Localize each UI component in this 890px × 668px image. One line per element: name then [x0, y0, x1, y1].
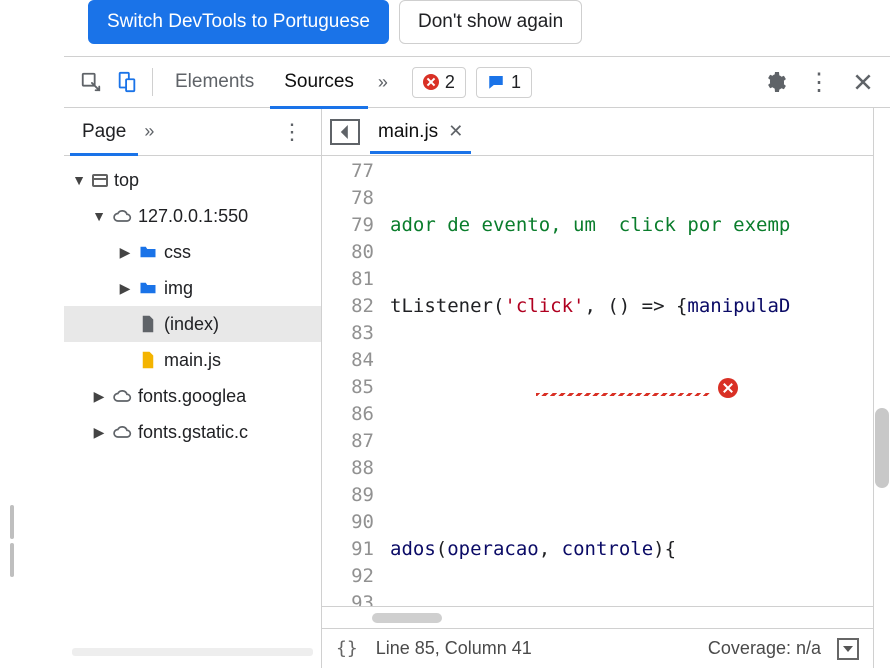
- chevron-right-icon: ▶: [92, 424, 106, 441]
- tree-folder-css[interactable]: ▶ css: [64, 234, 321, 270]
- tree-label: css: [164, 242, 191, 263]
- code-content[interactable]: ador de evento, um click por exemp tList…: [384, 156, 873, 606]
- tab-sources[interactable]: Sources: [270, 57, 368, 107]
- device-toggle-icon[interactable]: [110, 65, 144, 99]
- chevron-down-icon: ▼: [92, 208, 106, 224]
- tree-file-mainjs[interactable]: main.js: [64, 342, 321, 378]
- more-tabs-chevron[interactable]: »: [370, 72, 396, 93]
- language-banner: Switch DevTools to Portuguese Don't show…: [64, 0, 890, 56]
- cloud-icon: [112, 422, 132, 442]
- tree-top[interactable]: ▼ top: [64, 162, 321, 198]
- error-squiggle: [536, 393, 711, 396]
- error-icon: [423, 74, 439, 90]
- window-icon: [92, 174, 108, 187]
- editor-tabbar: main.js ✕: [322, 108, 873, 156]
- settings-icon[interactable]: [758, 65, 792, 99]
- close-icon[interactable]: [846, 65, 880, 99]
- errors-pill[interactable]: 2: [412, 67, 466, 98]
- code-editor: main.js ✕ 777879808182838485868788899091…: [322, 108, 874, 668]
- file-icon: [138, 314, 158, 334]
- inline-error-icon[interactable]: [718, 378, 738, 398]
- tab-elements[interactable]: Elements: [161, 57, 268, 107]
- devtools-window: Switch DevTools to Portuguese Don't show…: [64, 0, 890, 668]
- sidebar-tab-page[interactable]: Page: [70, 109, 138, 155]
- main-toolbar: Elements Sources » 2 1 ⋮: [64, 56, 890, 108]
- tree-label: main.js: [164, 350, 221, 371]
- switch-language-button[interactable]: Switch DevTools to Portuguese: [88, 0, 389, 44]
- left-gutter-marks: [10, 505, 14, 577]
- code-area[interactable]: 7778798081828384858687888990919293 ador …: [322, 156, 873, 606]
- folder-icon: [138, 242, 158, 262]
- message-icon: [487, 73, 505, 91]
- tree-host[interactable]: ▼ 127.0.0.1:550: [64, 198, 321, 234]
- status-bar: {} Line 85, Column 41 Coverage: n/a: [322, 628, 873, 668]
- file-tab-label: main.js: [378, 121, 438, 143]
- tree-label: top: [114, 170, 139, 191]
- dismiss-banner-button[interactable]: Don't show again: [399, 0, 582, 44]
- sidebar-h-scroll[interactable]: [72, 648, 313, 656]
- line-gutter: 7778798081828384858687888990919293: [322, 156, 384, 606]
- coverage-dropdown-icon[interactable]: [837, 638, 859, 660]
- tree-file-index[interactable]: (index): [64, 306, 321, 342]
- js-file-icon: [138, 350, 158, 370]
- tree-host-gstatic[interactable]: ▶ fonts.gstatic.c: [64, 414, 321, 450]
- sidebar-tabs: Page » ⋮: [64, 108, 321, 156]
- file-tab-mainjs[interactable]: main.js ✕: [370, 111, 471, 153]
- tree-label: fonts.googlea: [138, 386, 246, 407]
- editor-h-scroll[interactable]: [322, 606, 873, 628]
- coverage-label: Coverage: n/a: [708, 638, 821, 659]
- close-tab-icon[interactable]: ✕: [448, 121, 463, 142]
- sidebar-more-chevron[interactable]: »: [138, 121, 160, 142]
- sidebar-kebab-icon[interactable]: ⋮: [269, 119, 315, 145]
- pretty-print-icon[interactable]: {}: [336, 638, 358, 659]
- kebab-menu-icon[interactable]: ⋮: [802, 65, 836, 99]
- error-count: 2: [445, 72, 455, 93]
- main-split: Page » ⋮ ▼ top ▼ 127.0.0.1:550 ▶: [64, 108, 890, 668]
- cursor-position: Line 85, Column 41: [376, 638, 532, 659]
- cloud-icon: [112, 386, 132, 406]
- chevron-right-icon: ▶: [118, 244, 132, 261]
- inspect-element-icon[interactable]: [74, 65, 108, 99]
- chevron-right-icon: ▶: [118, 280, 132, 297]
- tree-label: img: [164, 278, 193, 299]
- file-tree: ▼ top ▼ 127.0.0.1:550 ▶ css ▶ im: [64, 156, 321, 456]
- right-gutter: [874, 108, 890, 668]
- tree-folder-img[interactable]: ▶ img: [64, 270, 321, 306]
- toggle-navigator-icon[interactable]: [330, 119, 360, 145]
- tree-label: 127.0.0.1:550: [138, 206, 248, 227]
- cloud-icon: [112, 206, 132, 226]
- tree-host-googlefonts[interactable]: ▶ fonts.googlea: [64, 378, 321, 414]
- chevron-down-icon: ▼: [72, 172, 86, 188]
- separator: [152, 68, 153, 96]
- chevron-right-icon: ▶: [92, 388, 106, 405]
- vertical-scrollbar[interactable]: [875, 408, 889, 488]
- message-count: 1: [511, 72, 521, 93]
- folder-icon: [138, 278, 158, 298]
- navigator-sidebar: Page » ⋮ ▼ top ▼ 127.0.0.1:550 ▶: [64, 108, 322, 668]
- messages-pill[interactable]: 1: [476, 67, 532, 98]
- tree-label: fonts.gstatic.c: [138, 422, 248, 443]
- tree-label: (index): [164, 314, 219, 335]
